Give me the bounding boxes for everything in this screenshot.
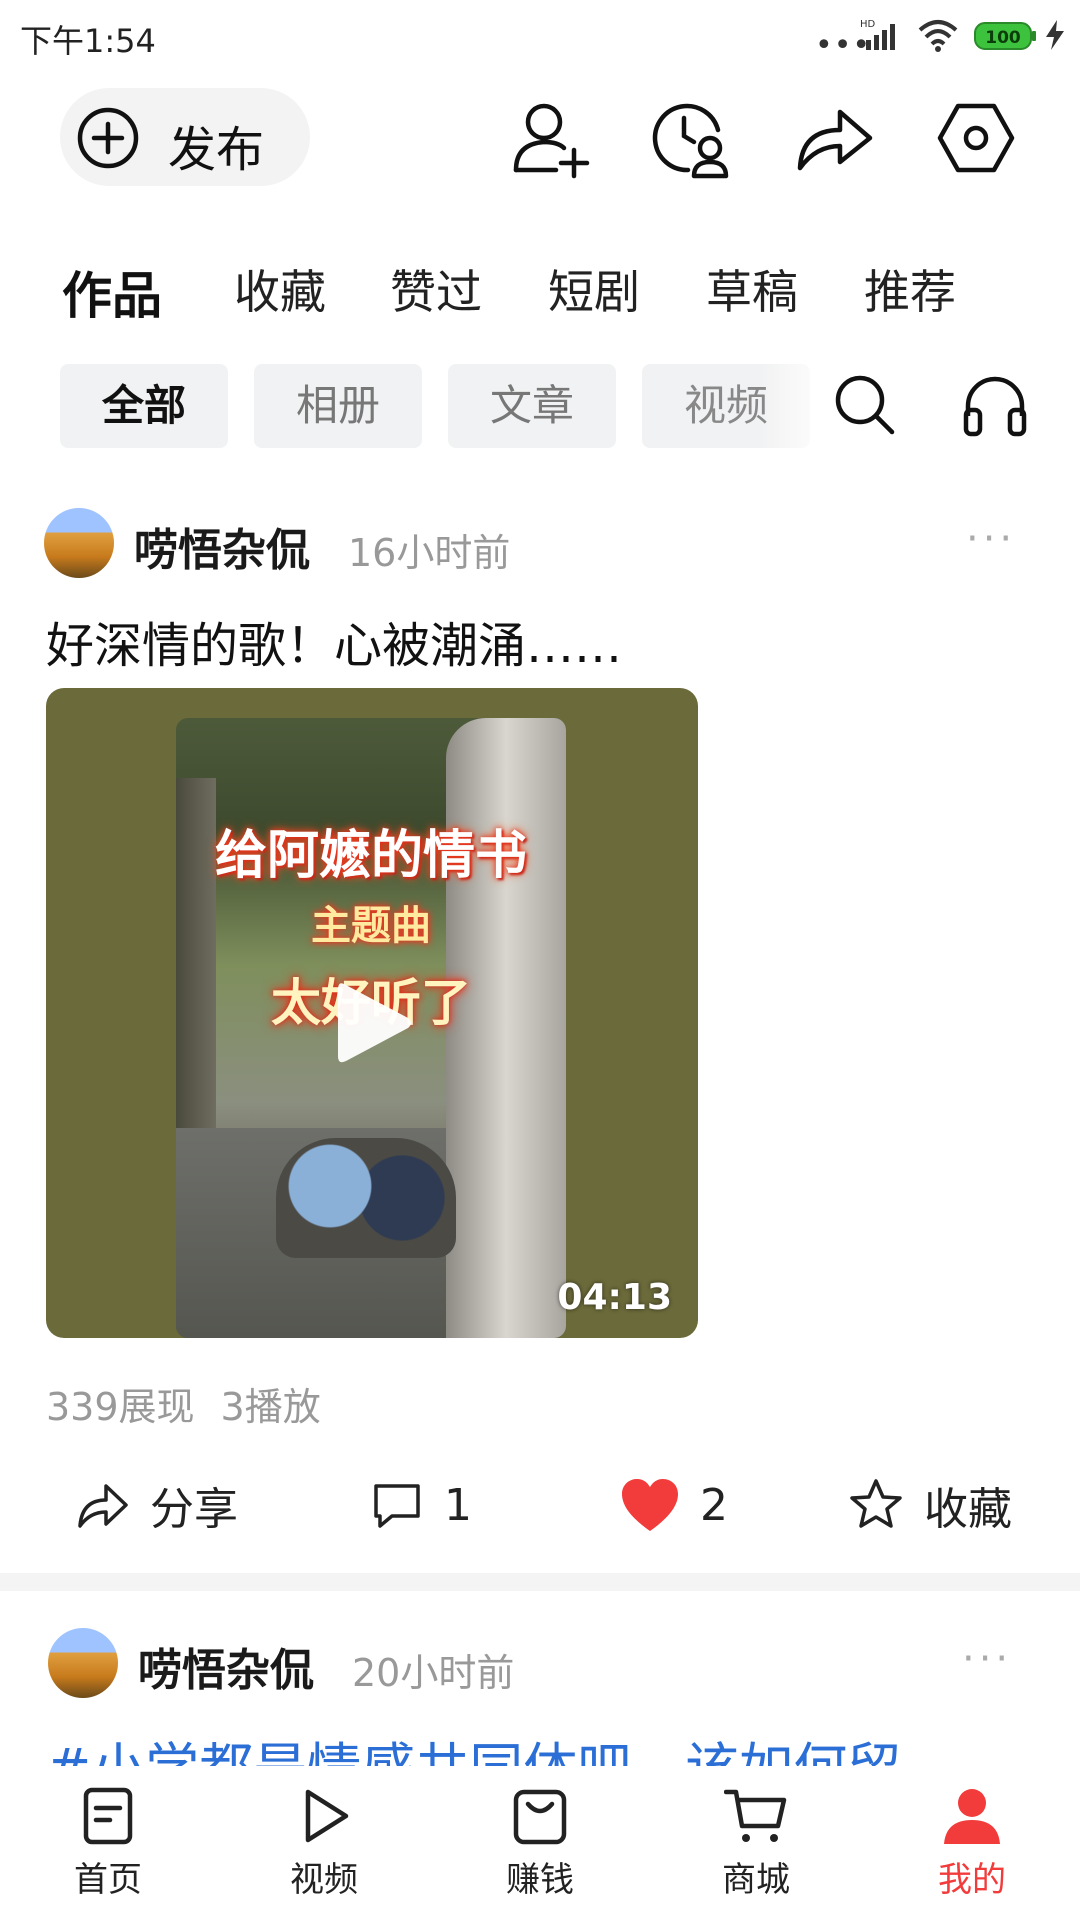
avatar[interactable] xyxy=(44,508,114,578)
tab-short-drama[interactable]: 短剧 xyxy=(548,256,640,322)
heart-icon xyxy=(622,1479,678,1531)
more-options-icon[interactable]: ··· xyxy=(962,1636,1012,1682)
post-text-content: #小学都是情感共同体吧，该如何留 xyxy=(46,1736,1046,1766)
post-time: 20小时前 xyxy=(352,1651,515,1695)
video-play-icon xyxy=(305,1789,349,1843)
nav-me[interactable]: 我的 xyxy=(902,1786,1042,1901)
tab-favorites[interactable]: 收藏 xyxy=(234,256,326,322)
content-tabs: 作品 收藏 赞过 短剧 草稿 推荐 xyxy=(0,256,1080,326)
video-title-line2: 主题曲 xyxy=(311,902,431,949)
post-author[interactable]: 唠悟杂侃 xyxy=(138,1634,314,1698)
headphones-icon[interactable] xyxy=(962,372,1028,438)
nav-home-label: 首页 xyxy=(74,1860,142,1900)
avatar[interactable] xyxy=(48,1628,118,1698)
plays-count: 3播放 xyxy=(220,1385,321,1429)
shopping-bag-icon xyxy=(513,1789,567,1845)
like-button[interactable]: 2 xyxy=(620,1470,728,1540)
filter-all[interactable]: 全部 xyxy=(60,364,228,448)
nav-earn[interactable]: 赚钱 xyxy=(470,1786,610,1901)
svg-text:100: 100 xyxy=(985,28,1021,48)
nav-earn-label: 赚钱 xyxy=(506,1860,574,1900)
post-stats: 339展现 3播放 xyxy=(46,1376,347,1431)
favorite-button[interactable]: 收藏 xyxy=(848,1470,1012,1540)
post-time: 16小时前 xyxy=(348,531,511,575)
nav-video-label: 视频 xyxy=(290,1860,358,1900)
bottom-nav: 首页 视频 赚钱 商城 我的 xyxy=(0,1768,1080,1920)
status-bar: 下午1:54 ••• HD 100 xyxy=(0,0,1080,76)
comment-count: 1 xyxy=(444,1479,472,1531)
filter-album[interactable]: 相册 xyxy=(254,364,422,448)
share-icon[interactable] xyxy=(792,96,876,180)
like-count: 2 xyxy=(700,1479,728,1531)
home-icon xyxy=(83,1787,133,1845)
comment-button[interactable]: 1 xyxy=(370,1470,472,1540)
add-friend-icon[interactable] xyxy=(508,96,592,180)
visitor-history-icon[interactable] xyxy=(648,96,732,180)
nav-video[interactable]: 视频 xyxy=(254,1786,394,1901)
impressions-count: 339展现 xyxy=(46,1385,195,1429)
filter-article[interactable]: 文章 xyxy=(448,364,616,448)
battery-icon: 100 xyxy=(974,22,1036,50)
status-time: 下午1:54 xyxy=(20,22,156,60)
svg-text:HD: HD xyxy=(860,19,876,30)
search-icon[interactable] xyxy=(832,372,898,438)
tab-drafts[interactable]: 草稿 xyxy=(706,256,798,322)
cellular-signal-icon: HD xyxy=(860,19,895,50)
cart-icon xyxy=(724,1789,787,1842)
people-image xyxy=(276,1138,456,1258)
divider xyxy=(0,1573,1080,1591)
more-options-icon[interactable]: ··· xyxy=(966,516,1016,562)
play-icon[interactable] xyxy=(334,978,414,1068)
tab-recommend[interactable]: 推荐 xyxy=(864,256,956,322)
publish-label: 发布 xyxy=(168,122,265,178)
video-title-line1: 给阿嬷的情书 xyxy=(214,825,527,886)
post-text[interactable]: #小学都是情感共同体吧，该如何留 xyxy=(46,1736,1046,1766)
charging-icon xyxy=(1046,20,1064,50)
video-duration: 04:13 xyxy=(557,1277,672,1318)
share-button[interactable]: 分享 xyxy=(76,1470,238,1540)
nav-mall-label: 商城 xyxy=(722,1860,790,1900)
wifi-icon xyxy=(918,20,958,52)
favorite-label: 收藏 xyxy=(924,1484,1012,1535)
tab-liked[interactable]: 赞过 xyxy=(390,256,482,322)
tab-works[interactable]: 作品 xyxy=(62,256,162,328)
profile-icon xyxy=(944,1789,1000,1844)
settings-icon[interactable] xyxy=(934,96,1018,180)
share-icon xyxy=(78,1484,128,1528)
add-circle-icon xyxy=(77,107,139,169)
video-thumbnail[interactable]: 给阿嬷的情书 主题曲 太好听了 04:13 xyxy=(46,688,698,1338)
share-label: 分享 xyxy=(150,1484,238,1535)
post-text[interactable]: 好深情的歌！心被潮涌…… xyxy=(46,606,622,676)
nav-home[interactable]: 首页 xyxy=(38,1786,178,1901)
nav-mall[interactable]: 商城 xyxy=(686,1786,826,1901)
star-icon xyxy=(850,1479,902,1528)
comment-icon xyxy=(374,1484,420,1528)
publish-button[interactable]: 发布 xyxy=(60,88,310,186)
post-author[interactable]: 唠悟杂侃 xyxy=(134,514,310,578)
filter-video[interactable]: 视频 xyxy=(642,364,810,448)
nav-me-label: 我的 xyxy=(938,1860,1006,1900)
